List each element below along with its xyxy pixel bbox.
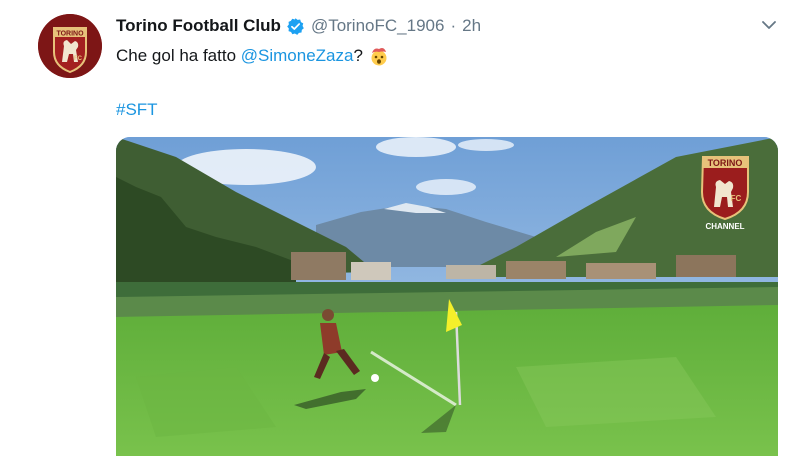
tweet-text-suffix: ? — [353, 46, 363, 65]
separator-dot: · — [450, 16, 457, 35]
verified-badge-icon — [286, 17, 305, 36]
tweet-timestamp[interactable]: 2h — [462, 16, 481, 36]
avatar-logo-text: TORINO — [56, 31, 84, 38]
watermark-fc: FC — [731, 194, 742, 203]
torino-logo-icon: TORINO FC — [38, 14, 102, 78]
mention-link[interactable]: @SimoneZaza — [241, 46, 354, 66]
user-handle[interactable]: @TorinoFC_1906 — [311, 16, 445, 36]
exploding-head-emoji-icon — [369, 46, 389, 66]
display-name[interactable]: Torino Football Club — [116, 16, 281, 36]
tweet-header: Torino Football Club @TorinoFC_1906 · 2h — [116, 14, 481, 38]
avatar-logo-fc: FC — [74, 56, 83, 62]
avatar[interactable]: TORINO FC — [38, 14, 102, 78]
tweet-text-prefix: Che gol ha fatto — [116, 46, 241, 65]
tweet[interactable]: TORINO FC Torino Football Club @TorinoFC… — [0, 0, 810, 456]
video-media[interactable]: TORINO FC CHANNEL — [116, 137, 778, 456]
tweet-text: Che gol ha fatto @SimoneZaza ? — [116, 46, 389, 66]
chevron-down-icon[interactable] — [760, 16, 778, 34]
watermark-caption: CHANNEL — [705, 222, 744, 231]
hashtag-link[interactable]: #SFT — [116, 100, 158, 120]
watermark-text: TORINO — [708, 158, 743, 168]
